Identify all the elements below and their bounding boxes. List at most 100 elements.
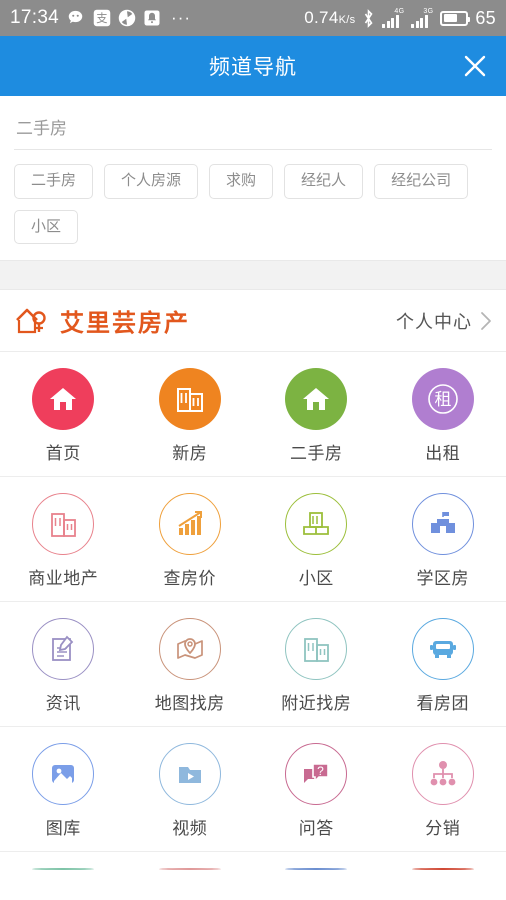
grid-cell-label: 分销 <box>425 819 461 838</box>
close-icon[interactable] <box>460 51 490 81</box>
svg-text:支: 支 <box>96 12 107 25</box>
signal-3g-icon: 3G <box>411 7 434 28</box>
grid-cell-label: 资讯 <box>45 694 81 713</box>
user-center-link[interactable]: 个人中心 <box>396 308 492 334</box>
home-icon <box>285 368 348 430</box>
grid-cell-label: 视频 <box>172 819 208 838</box>
grid-cell-partial[interactable] <box>0 852 127 886</box>
grid-cell-second-hand[interactable]: 二手房 <box>253 352 380 476</box>
grid-cell-label: 小区 <box>298 569 334 588</box>
section-divider <box>0 260 506 290</box>
bus-icon <box>411 618 474 680</box>
grid-cell-rent[interactable]: 租 出租 <box>380 352 506 476</box>
school-icon <box>411 493 474 555</box>
grid-cell-distribution[interactable]: 分销 <box>380 727 506 851</box>
search-section: 二手房 二手房 个人房源 求购 经纪人 经纪公司 小区 <box>0 96 506 260</box>
brand-row: 艾里芸房产 个人中心 <box>0 290 506 352</box>
circle-app-icon <box>118 9 136 27</box>
signal-4g-icon: 4G <box>382 7 405 28</box>
grid-cell-label: 二手房 <box>290 444 343 463</box>
grid-cell-qa[interactable]: ? 问答 <box>253 727 380 851</box>
building-icon <box>158 368 221 430</box>
grid-cell-community[interactable]: 小区 <box>253 477 380 601</box>
grid-cell-label: 地图找房 <box>154 694 225 713</box>
status-bar-time: 17:34 <box>10 7 60 28</box>
signal-4g-label: 4G <box>394 7 405 15</box>
grid-row-partial <box>0 852 506 886</box>
signal-3g-label: 3G <box>423 7 434 15</box>
status-bar-app-icons: 支 ··· <box>68 8 191 28</box>
grid-cell-label: 学区房 <box>416 569 469 588</box>
grid-cell-house-price[interactable]: 查房价 <box>127 477 254 601</box>
grid-row: 商业地产 查房价 小区 学区房 <box>0 477 506 602</box>
search-tag[interactable]: 个人房源 <box>104 164 199 199</box>
rent-char-icon: 租 <box>411 368 474 430</box>
status-bar: 17:34 支 ··· 0.74 K/s 4G 3G 65 <box>0 0 506 36</box>
grid-cell-partial[interactable] <box>253 852 380 886</box>
battery-icon <box>440 10 471 26</box>
page-title: 频道导航 <box>209 56 297 79</box>
brand-left: 艾里芸房产 <box>14 303 190 338</box>
grid-cell-label: 看房团 <box>416 694 469 713</box>
partial-icon-3 <box>285 868 348 870</box>
alipay-icon: 支 <box>93 9 111 27</box>
map-pin-icon <box>158 618 221 680</box>
grid-row: 图库 视频 ? 问答 分销 <box>0 727 506 852</box>
grid-cell-news[interactable]: 资讯 <box>0 602 127 726</box>
grid-cell-partial[interactable] <box>380 852 506 886</box>
network-speed-unit: K/s <box>338 14 356 26</box>
search-tag[interactable]: 求购 <box>209 164 274 199</box>
page-header: 频道导航 <box>0 36 506 96</box>
partial-icon-4 <box>411 868 474 870</box>
search-tag[interactable]: 小区 <box>14 209 79 244</box>
grid-cell-gallery[interactable]: 图库 <box>0 727 127 851</box>
grid-cell-video[interactable]: 视频 <box>127 727 254 851</box>
grid-cell-label: 首页 <box>45 444 81 463</box>
status-bar-overflow: ··· <box>171 8 192 27</box>
grid-cell-label: 附近找房 <box>281 694 352 713</box>
grid-cell-new-house[interactable]: 新房 <box>127 352 254 476</box>
distribution-icon <box>411 743 474 805</box>
question-chat-icon: ? <box>285 743 348 805</box>
grid-row: 首页 新房 二手房 租 出租 <box>0 352 506 477</box>
battery-percent: 65 <box>475 7 496 28</box>
channel-grid: 首页 新房 二手房 租 出租 商业地产 查房价 小区 学区房 资讯 地图找房 附… <box>0 352 506 886</box>
network-speed: 0.74 K/s <box>304 8 355 28</box>
brand-name: 艾里芸房产 <box>60 310 190 337</box>
search-input[interactable]: 二手房 <box>14 110 492 150</box>
document-pen-icon <box>32 618 95 680</box>
wechat-icon <box>68 10 83 24</box>
network-speed-value: 0.74 <box>304 8 339 27</box>
status-bar-right: 0.74 K/s 4G 3G 65 <box>304 8 496 29</box>
commercial-building-icon <box>32 493 95 555</box>
grid-cell-home[interactable]: 首页 <box>0 352 127 476</box>
home-icon <box>32 368 95 430</box>
search-tag[interactable]: 经纪人 <box>284 164 364 199</box>
chart-up-icon <box>158 493 221 555</box>
grid-cell-label: 商业地产 <box>28 569 99 588</box>
image-gallery-icon <box>32 743 95 805</box>
nearby-buildings-icon <box>285 618 348 680</box>
chevron-right-icon <box>481 311 491 330</box>
grid-cell-label: 图库 <box>45 819 81 838</box>
grid-cell-label: 新房 <box>172 444 208 463</box>
grid-cell-label: 出租 <box>425 444 461 463</box>
search-tag-list: 二手房 个人房源 求购 经纪人 经纪公司 小区 <box>14 150 492 260</box>
grid-cell-label: 查房价 <box>163 569 216 588</box>
house-logo-icon <box>16 308 46 333</box>
search-tag[interactable]: 二手房 <box>14 164 94 199</box>
grid-cell-label: 问答 <box>298 819 334 838</box>
grid-cell-map-search[interactable]: 地图找房 <box>127 602 254 726</box>
video-folder-icon <box>158 743 221 805</box>
grid-cell-nearby-search[interactable]: 附近找房 <box>253 602 380 726</box>
partial-icon-1 <box>32 868 95 870</box>
bluetooth-icon <box>365 8 373 28</box>
grid-cell-partial[interactable] <box>127 852 254 886</box>
community-book-icon <box>285 493 348 555</box>
grid-cell-school-district[interactable]: 学区房 <box>380 477 506 601</box>
user-center-label: 个人中心 <box>396 311 472 332</box>
grid-cell-tour-group[interactable]: 看房团 <box>380 602 506 726</box>
partial-icon-2 <box>158 868 221 870</box>
grid-cell-commercial[interactable]: 商业地产 <box>0 477 127 601</box>
search-tag[interactable]: 经纪公司 <box>374 164 469 199</box>
